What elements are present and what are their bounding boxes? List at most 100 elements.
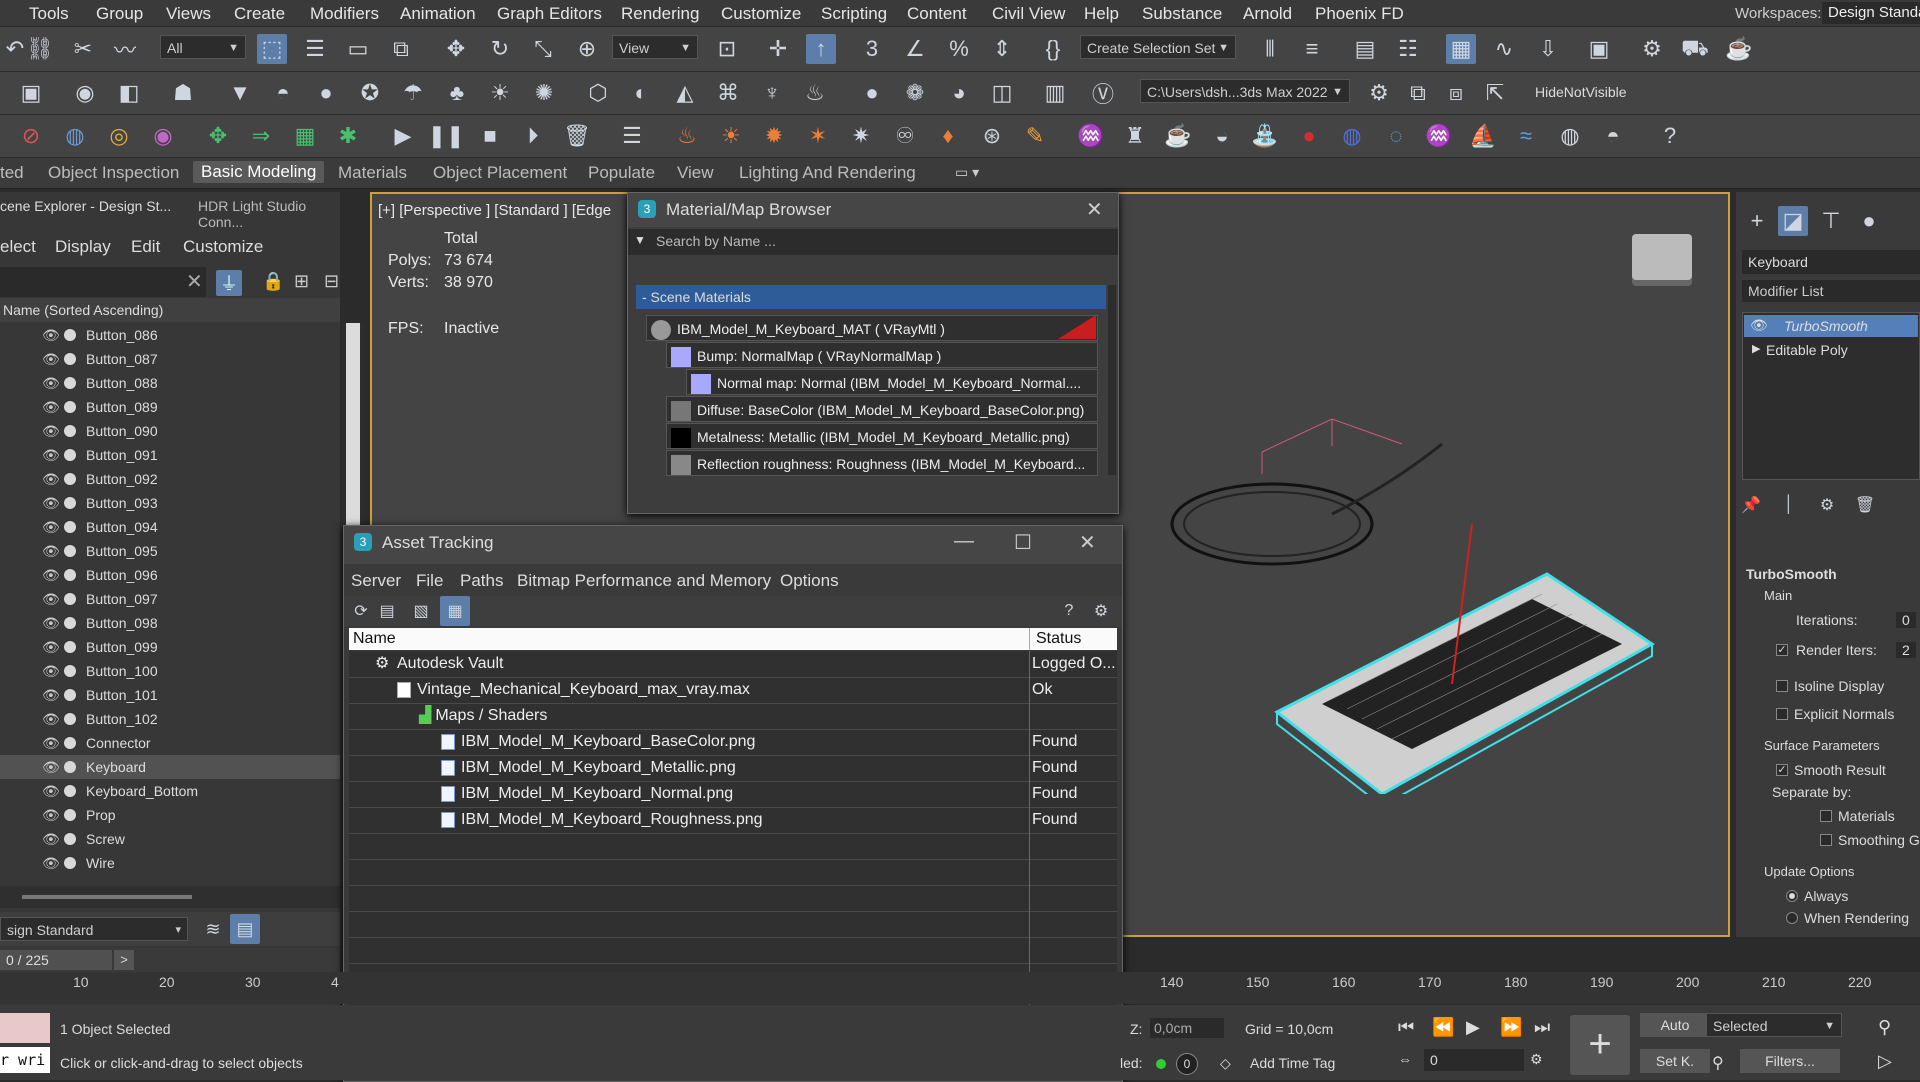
isoline-display-checkbox[interactable]	[1776, 680, 1788, 692]
render-production-icon[interactable]: ☕	[1724, 34, 1754, 64]
scene-materials-group[interactable]: - Scene Materials	[636, 285, 1106, 309]
menu-paths[interactable]: Paths	[460, 571, 503, 591]
keyboard-shortcut-override-icon[interactable]: ↑	[806, 34, 836, 64]
render-iters-checkbox[interactable]: ✓	[1776, 644, 1788, 656]
menu-customize[interactable]: Customize	[721, 4, 801, 24]
vray-logo-icon[interactable]: Ⓥ	[1088, 78, 1118, 108]
play-icon[interactable]: ▶	[388, 121, 418, 151]
layer-explorer-icon[interactable]: ☷	[1393, 34, 1423, 64]
menu-display[interactable]: Display	[55, 237, 111, 257]
layer-manager-icon[interactable]: ▤	[230, 914, 260, 944]
close-icon[interactable]: ✕	[1086, 197, 1103, 222]
schematic-view-icon[interactable]: ⇩	[1533, 34, 1563, 64]
set-key-button[interactable]: Set K.	[1640, 1049, 1710, 1073]
create-selection-set-dropdown[interactable]: Create Selection Set ▼	[1080, 35, 1236, 59]
workspace-dropdown[interactable]: Design Standard	[1822, 2, 1920, 24]
material-tree-item[interactable]: Metalness: Metallic (IBM_Model_M_Keyboar…	[666, 423, 1098, 449]
candle-icon[interactable]: ♦	[933, 121, 963, 151]
grass-icon[interactable]: ♆	[757, 78, 787, 108]
selection-lock-icon[interactable]: 0	[1176, 1053, 1198, 1075]
mesh-light-icon[interactable]: ✪	[355, 78, 385, 108]
maximize-icon[interactable]: ☐	[1014, 530, 1032, 555]
dome-light-icon[interactable]: ◓	[268, 78, 298, 108]
explosion-icon[interactable]: ✹	[759, 121, 789, 151]
export-icon[interactable]: ⇱	[1480, 78, 1510, 108]
smooth-result-checkbox[interactable]: ✓	[1776, 764, 1788, 776]
pivot-center-icon[interactable]: ⊡	[712, 34, 742, 64]
visibility-eye-icon[interactable]: 👁	[42, 467, 60, 491]
set-key-icon[interactable]: +	[1570, 1015, 1630, 1075]
stop-icon[interactable]: ■	[475, 121, 505, 151]
particle-icon[interactable]: ✷	[846, 121, 876, 151]
menu-modifiers[interactable]: Modifiers	[310, 4, 379, 24]
chat-icon[interactable]: ◉	[70, 78, 100, 108]
visibility-eye-icon[interactable]: 👁	[42, 491, 60, 515]
multi-material-icon[interactable]: ❁	[900, 78, 930, 108]
modifier-list-dropdown[interactable]: Modifier List	[1742, 280, 1920, 302]
clear-search-icon[interactable]: ✕	[186, 269, 203, 294]
faucet-icon[interactable]: ⛲	[1250, 121, 1280, 151]
pattern-icon[interactable]: ◉	[148, 121, 178, 151]
visibility-eye-icon[interactable]: 👁	[42, 683, 60, 707]
menu-options[interactable]: Options	[780, 571, 839, 591]
freeze-toggle-icon[interactable]	[64, 593, 76, 605]
freeze-toggle-icon[interactable]	[64, 449, 76, 461]
remove-modifier-icon[interactable]: 🗑	[1850, 490, 1880, 520]
list-item[interactable]: 👁 Button_086	[0, 323, 340, 347]
visibility-eye-icon[interactable]: 👁	[42, 803, 60, 827]
bowl-icon[interactable]: ◒	[1207, 121, 1237, 151]
freeze-toggle-icon[interactable]	[64, 761, 76, 773]
grid-icon[interactable]: ▦	[290, 121, 320, 151]
scatter-icon[interactable]: ✥	[203, 121, 233, 151]
freeze-toggle-icon[interactable]	[64, 737, 76, 749]
place-icon[interactable]: ⊕	[572, 34, 602, 64]
filters-button[interactable]: Filters...	[1740, 1049, 1840, 1073]
list-item[interactable]: 👁 Button_095	[0, 539, 340, 563]
next-frame-icon[interactable]: >	[114, 950, 134, 970]
help-icon[interactable]: ?	[1655, 121, 1685, 151]
visibility-eye-icon[interactable]: 👁	[42, 635, 60, 659]
material-editor-icon[interactable]: ▣	[1584, 34, 1614, 64]
stack-item-editable-poly[interactable]: ▶ Editable Poly	[1744, 339, 1918, 361]
hdr-light-studio-tab[interactable]: HDR Light Studio Conn...	[198, 198, 340, 230]
bubble-icon[interactable]: ◍	[1337, 121, 1367, 151]
list-item[interactable]: 👁 Button_092	[0, 467, 340, 491]
material-converter-icon[interactable]: ◫	[987, 78, 1017, 108]
list-item[interactable]: 👁 Button_099	[0, 635, 340, 659]
list-item[interactable]: 👁 Button_097	[0, 587, 340, 611]
visibility-eye-icon[interactable]: 👁	[42, 371, 60, 395]
spot-light-icon[interactable]: ☂	[398, 78, 428, 108]
menu-help[interactable]: Help	[1084, 4, 1119, 24]
list-item[interactable]: 👁 Screw	[0, 827, 340, 851]
splash-icon[interactable]: ✱	[333, 121, 363, 151]
smoothing-groups-checkbox[interactable]	[1820, 834, 1832, 846]
list-item[interactable]: 👁 Wire	[0, 851, 340, 875]
scale-icon[interactable]: ⤡	[528, 34, 558, 64]
material-browser-titlebar[interactable]: 3 Material/Map Browser ✕	[628, 193, 1118, 227]
bind-space-warp-icon[interactable]: 〰	[110, 34, 140, 64]
freeze-toggle-icon[interactable]	[64, 497, 76, 509]
menu-server[interactable]: Server	[351, 571, 401, 591]
material-tree-item[interactable]: Diffuse: BaseColor (IBM_Model_M_Keyboard…	[666, 396, 1098, 422]
freeze-toggle-icon[interactable]	[64, 857, 76, 869]
globe-icon[interactable]: ◍	[1555, 121, 1585, 151]
paste-icon[interactable]: ⧈	[1441, 78, 1471, 108]
list-item[interactable]: 👁 Button_101	[0, 683, 340, 707]
freeze-toggle-icon[interactable]	[64, 569, 76, 581]
visibility-eye-icon[interactable]: 👁	[42, 611, 60, 635]
ribbon-options-icon[interactable]: ▭ ▾	[955, 164, 979, 181]
edit-named-selection-icon[interactable]: {}	[1038, 34, 1068, 64]
render-iters-spinner[interactable]: 2	[1896, 642, 1916, 658]
curve-editor-icon[interactable]: ∿	[1489, 34, 1519, 64]
menu-tools[interactable]: Tools	[29, 4, 69, 24]
visibility-eye-icon[interactable]: 👁	[42, 659, 60, 683]
close-icon[interactable]: ✕	[1079, 530, 1096, 555]
add-time-tag[interactable]: Add Time Tag	[1250, 1055, 1335, 1071]
visibility-eye-icon[interactable]: 👁	[42, 395, 60, 419]
object-name-field[interactable]: Keyboard	[1742, 250, 1920, 274]
material-scrollbar[interactable]	[1108, 285, 1116, 475]
cup-icon[interactable]: ☕	[1163, 121, 1193, 151]
menu-views[interactable]: Views	[166, 4, 211, 24]
displacement-icon[interactable]: ⌘	[713, 78, 743, 108]
material-search-input[interactable]: Search by Name ...	[656, 233, 776, 249]
